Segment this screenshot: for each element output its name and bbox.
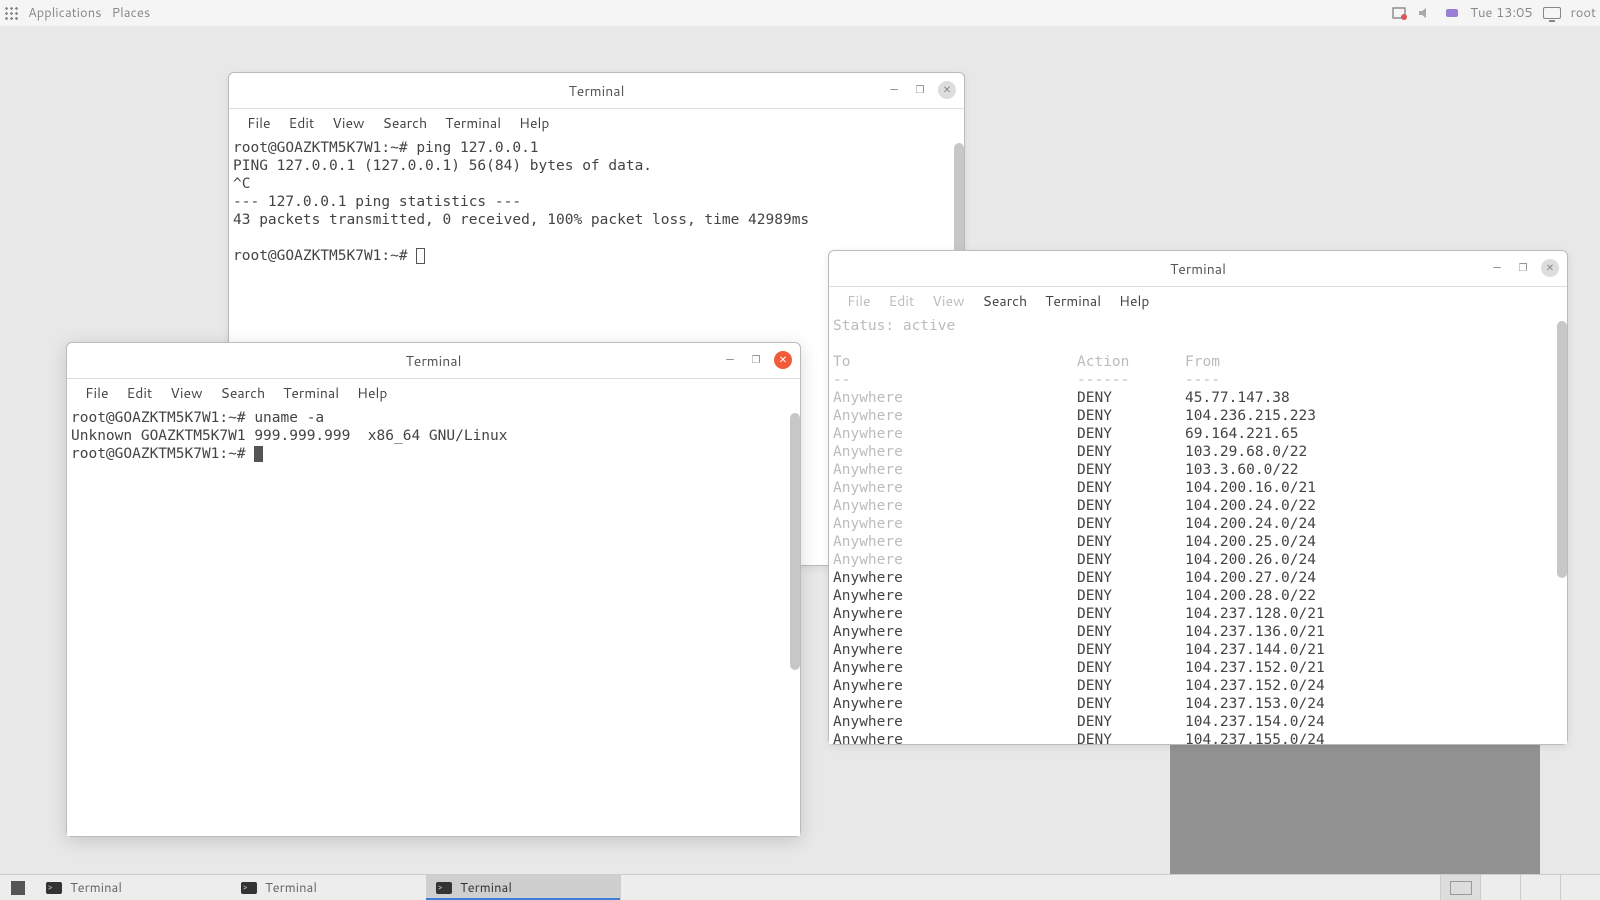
network-icon[interactable] xyxy=(1444,6,1460,20)
menu-edit[interactable]: Edit xyxy=(881,289,923,313)
updates-icon[interactable] xyxy=(1392,6,1408,20)
display-icon[interactable] xyxy=(1543,7,1561,19)
window-title: Terminal xyxy=(406,351,462,371)
menu-edit[interactable]: Edit xyxy=(281,111,323,135)
volume-icon[interactable] xyxy=(1418,6,1434,20)
terminal-output[interactable]: Status: active ToActionFrom ------------… xyxy=(829,315,1567,744)
menu-view[interactable]: View xyxy=(324,111,372,135)
minimize-button[interactable] xyxy=(886,82,902,98)
maximize-button[interactable] xyxy=(1515,260,1531,276)
menu-file[interactable]: File xyxy=(239,111,279,135)
menu-file[interactable]: File xyxy=(77,381,117,405)
workspace-4[interactable] xyxy=(1560,875,1600,900)
taskbar-item-label: Terminal xyxy=(265,879,317,897)
workspace-2[interactable] xyxy=(1480,875,1520,900)
menubar: File Edit View Search Terminal Help xyxy=(67,379,800,407)
terminal-icon xyxy=(436,882,452,894)
taskbar-item-label: Terminal xyxy=(460,879,512,897)
close-button[interactable] xyxy=(938,81,956,99)
menu-help[interactable]: Help xyxy=(349,381,395,405)
titlebar[interactable]: Terminal xyxy=(829,251,1567,287)
menu-terminal[interactable]: Terminal xyxy=(1037,289,1109,313)
terminal-output[interactable]: root@GOAZKTM5K7W1:~# uname -a Unknown GO… xyxy=(67,407,800,836)
maximize-button[interactable] xyxy=(912,82,928,98)
close-button[interactable] xyxy=(774,351,792,369)
minimize-button[interactable] xyxy=(1489,260,1505,276)
menu-file[interactable]: File xyxy=(839,289,879,313)
menubar: File Edit View Search Terminal Help xyxy=(229,109,964,137)
titlebar[interactable]: Terminal xyxy=(67,343,800,379)
menu-search[interactable]: Search xyxy=(213,381,274,405)
menu-search[interactable]: Search xyxy=(375,111,436,135)
menu-search[interactable]: Search xyxy=(975,289,1036,313)
minimize-button[interactable] xyxy=(722,352,738,368)
taskbar-item-terminal-1[interactable]: Terminal xyxy=(36,875,231,900)
clock[interactable]: Tue 13:05 xyxy=(1470,4,1532,22)
menu-places[interactable]: Places xyxy=(112,4,151,22)
terminal-window-uname[interactable]: Terminal File Edit View Search Terminal … xyxy=(66,342,801,837)
taskbar: Terminal Terminal Terminal xyxy=(0,874,1600,900)
menu-help[interactable]: Help xyxy=(511,111,557,135)
menu-terminal[interactable]: Terminal xyxy=(275,381,347,405)
menu-help[interactable]: Help xyxy=(1111,289,1157,313)
menu-terminal[interactable]: Terminal xyxy=(437,111,509,135)
cursor-icon xyxy=(416,248,425,264)
taskbar-item-terminal-2[interactable]: Terminal xyxy=(231,875,426,900)
cursor-icon xyxy=(254,446,263,462)
user-label[interactable]: root xyxy=(1571,4,1596,22)
menu-applications[interactable]: Applications xyxy=(28,4,102,22)
menu-view[interactable]: View xyxy=(162,381,210,405)
taskbar-item-terminal-3[interactable]: Terminal xyxy=(426,875,621,900)
taskbar-item-label: Terminal xyxy=(70,879,122,897)
titlebar[interactable]: Terminal xyxy=(229,73,964,109)
menu-view[interactable]: View xyxy=(924,289,972,313)
workspace-3[interactable] xyxy=(1520,875,1560,900)
terminal-window-ufw[interactable]: Terminal File Edit View Search Terminal … xyxy=(828,250,1568,745)
window-title: Terminal xyxy=(569,81,625,101)
show-desktop-button[interactable] xyxy=(0,875,36,900)
menu-edit[interactable]: Edit xyxy=(119,381,161,405)
close-button[interactable] xyxy=(1541,259,1559,277)
top-panel: Applications Places Tue 13:05 root xyxy=(0,0,1600,26)
menubar: File Edit View Search Terminal Help xyxy=(829,287,1567,315)
terminal-icon xyxy=(241,882,257,894)
apps-grid-icon[interactable] xyxy=(4,6,18,20)
workspace-1[interactable] xyxy=(1440,875,1480,900)
maximize-button[interactable] xyxy=(748,352,764,368)
terminal-icon xyxy=(46,882,62,894)
window-title: Terminal xyxy=(1170,259,1226,279)
